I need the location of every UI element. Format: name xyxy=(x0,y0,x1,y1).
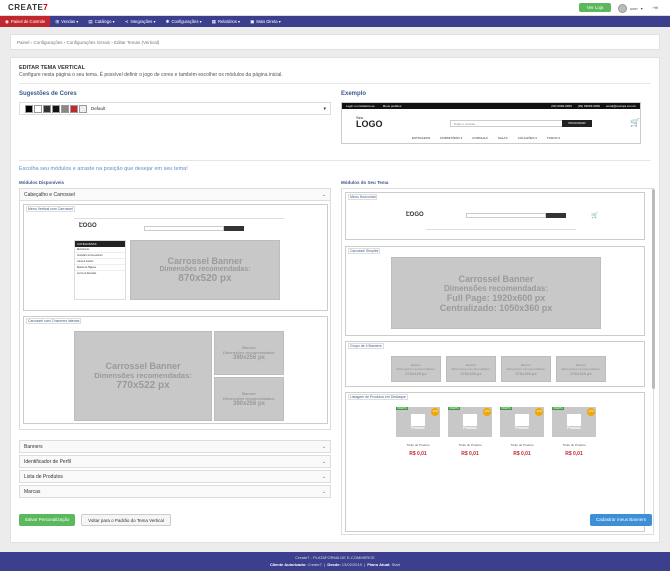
report-icon: ▦ xyxy=(211,19,216,24)
color-swatch xyxy=(79,104,87,113)
chevron-down-icon: ⌄ xyxy=(321,192,326,198)
side-banner-placeholder: Banner Dimensões recomendadas: 390x256 p… xyxy=(214,331,284,375)
color-swatch xyxy=(43,104,51,113)
nav-settings[interactable]: ✱ Configurações ▾ xyxy=(161,16,207,27)
example-heading: Exemplo xyxy=(341,91,367,97)
chevron-down-icon: ⌄ xyxy=(321,489,326,495)
chevron-down-icon: ▾ xyxy=(640,5,643,11)
banner-placeholder: Banner Dimensões recomendadas: 276x128 px xyxy=(501,356,551,382)
nav-catalog[interactable]: ▤ Catálogo ▾ xyxy=(83,16,119,27)
example-search-button: PROCURAR xyxy=(562,120,592,127)
accordion-body-carousel: Menu Vertical com Carrossel Seu LOGO CATE… xyxy=(19,201,331,430)
module-featured-products[interactable]: Listagem de Produtos em Destaque OFERTA -… xyxy=(345,392,645,532)
categories-preview: CATEGORIAS Eletrônicos Vestuário & Acess… xyxy=(74,240,126,300)
product-card: OFERTA -10% Produto Título do Produto R$ 0,… xyxy=(448,407,492,471)
view-store-button[interactable]: Ver Loja xyxy=(579,3,611,12)
gear-icon: ✱ xyxy=(165,19,170,24)
color-scheme-select[interactable]: Default ▾ xyxy=(19,102,331,115)
side-banner-placeholder: Banner Dimensões recomendadas: 390x256 p… xyxy=(214,377,284,421)
accordion-header-brands[interactable]: Marcas ⌄ xyxy=(19,485,331,498)
my-modules-list[interactable]: Menu Horizontal Seu LOGO 🛒 Carrossel Simp… xyxy=(341,188,654,535)
banner-placeholder: Banner Dimensões recomendadas: 276x128 px xyxy=(446,356,496,382)
banner-placeholder: Banner Dimensões recomendadas: 276x128 px xyxy=(556,356,606,382)
module-four-banners[interactable]: Grupo de 4 Banners Banner Dimensões recom… xyxy=(345,341,645,387)
example-topbar: Login ou Cadastre-se Meus pedidos (99) 9… xyxy=(342,103,640,109)
user-name: user xyxy=(630,5,638,11)
product-card: OFERTA -10% Produto Título do Produto R$ 0,… xyxy=(500,407,544,471)
dashboard-icon: ◉ xyxy=(5,19,9,24)
color-swatch xyxy=(70,104,78,113)
breadcrumb[interactable]: Painel › Configurações › Configurações G… xyxy=(10,34,660,50)
carousel-banner-placeholder: Carrossel Banner Dimensões recomendadas:… xyxy=(74,331,212,421)
divider xyxy=(19,83,651,84)
page-title: EDITAR TEMA VERTICAL xyxy=(19,65,85,71)
reset-theme-button[interactable]: Voltar para o Padrão do Tema Vertical xyxy=(81,514,171,526)
save-customization-button[interactable]: Salvar Personalização xyxy=(19,514,75,526)
nav-direct[interactable]: ▣ Mais Direta ▾ xyxy=(245,16,286,27)
main-nav: ◉ Painel de Controle ⊞ Vendas ▾ ▤ Catálogo … xyxy=(0,16,670,27)
theme-editor-panel: EDITAR TEMA VERTICAL Configure nesta pág… xyxy=(10,57,660,543)
share-icon: ⋖ xyxy=(124,19,129,24)
example-logo: Seu LOGO xyxy=(356,115,383,129)
footer: Create7 - PLATAFORMA DE E-COMMERCE Clien… xyxy=(0,552,670,571)
user-menu[interactable]: user ▾ xyxy=(618,3,643,13)
avatar xyxy=(618,3,627,13)
choose-modules-hint: Escolha seu módulos e arraste na posição… xyxy=(19,166,188,172)
available-modules-heading: Módulos Disponíveis xyxy=(19,180,65,185)
theme-example-preview: Login ou Cadastre-se Meus pedidos (99) 9… xyxy=(341,102,641,144)
color-swatch xyxy=(25,104,33,113)
example-menu: ESTOFADOS DORMITÓRIO ▾ COZINHA ▾ SALA ▾ COLC… xyxy=(412,136,560,140)
shirt-icon xyxy=(567,414,581,426)
nav-integrations[interactable]: ⋖ Integrações ▾ xyxy=(120,16,161,27)
top-bar: CREATE7 Ver Loja user ▾ ⇥ xyxy=(0,0,670,16)
color-swatch xyxy=(61,104,69,113)
chevron-down-icon: ⌄ xyxy=(321,444,326,450)
chevron-down-icon: ⌄ xyxy=(321,459,326,465)
modules-scrollbar[interactable] xyxy=(652,189,655,389)
color-swatch xyxy=(34,104,42,113)
book-icon: ▤ xyxy=(88,19,93,24)
my-modules-heading: Módulos do Seu Tema xyxy=(341,180,389,185)
accordion-header-banners[interactable]: Banners ⌄ xyxy=(19,440,331,453)
accordion-header-carousel[interactable]: Cabeçalho e Carrossel ⌄ xyxy=(19,188,331,201)
cart-icon: ⊞ xyxy=(55,19,60,24)
module-simple-carousel[interactable]: Carrossel Simples Carrossel Banner Dimen… xyxy=(345,246,645,336)
color-suggestions-heading: Sugestões de Cores xyxy=(19,91,77,97)
accordion-header-products[interactable]: Lista de Produtos ⌄ xyxy=(19,470,331,483)
accordion-header-profile[interactable]: Identificador de Perfil ⌄ xyxy=(19,455,331,468)
product-card: OFERTA -10% Produto Título do Produto R$ 0,… xyxy=(396,407,440,471)
banner-placeholder: Banner Dimensões recomendadas: 276x128 px xyxy=(391,356,441,382)
module-carousel-side-banners[interactable]: Carrossel com 2 banners laterais Carross… xyxy=(23,316,328,424)
preview-logo: Seu LOGO xyxy=(79,221,97,230)
shirt-icon xyxy=(515,414,529,426)
product-card: OFERTA -10% Produto Título do Produto R$ 0,… xyxy=(552,407,596,471)
color-scheme-value: Default xyxy=(91,106,106,111)
shirt-icon xyxy=(463,414,477,426)
chevron-down-icon: ⌄ xyxy=(321,474,326,480)
color-swatch xyxy=(52,104,60,113)
brand-logo[interactable]: CREATE7 xyxy=(8,3,48,12)
cart-icon: 🛒 xyxy=(630,118,640,127)
carousel-banner-placeholder: Carrossel Banner Dimensões recomendadas:… xyxy=(130,240,280,300)
module-vertical-menu-carousel[interactable]: Menu Vertical com Carrossel Seu LOGO CATE… xyxy=(23,204,328,311)
module-horizontal-menu[interactable]: Menu Horizontal Seu LOGO 🛒 xyxy=(345,192,645,240)
logout-icon[interactable]: ⇥ xyxy=(652,4,658,12)
nav-dashboard[interactable]: ◉ Painel de Controle xyxy=(0,16,51,27)
store-icon: ▣ xyxy=(250,19,255,24)
register-banners-button[interactable]: Cadastrar meus Banners xyxy=(590,514,652,526)
nav-sales[interactable]: ⊞ Vendas ▾ xyxy=(50,16,83,27)
page-description: Configure nesta página o seu tema. É pos… xyxy=(19,72,283,78)
divider xyxy=(19,160,651,161)
nav-reports[interactable]: ▦ Relatórios ▾ xyxy=(207,16,245,27)
caret-down-icon: ▾ xyxy=(323,106,326,112)
carousel-banner-placeholder: Carrossel Banner Dimensões recomendadas:… xyxy=(391,257,601,329)
shirt-icon xyxy=(411,414,425,426)
cart-icon: 🛒 xyxy=(591,213,599,219)
